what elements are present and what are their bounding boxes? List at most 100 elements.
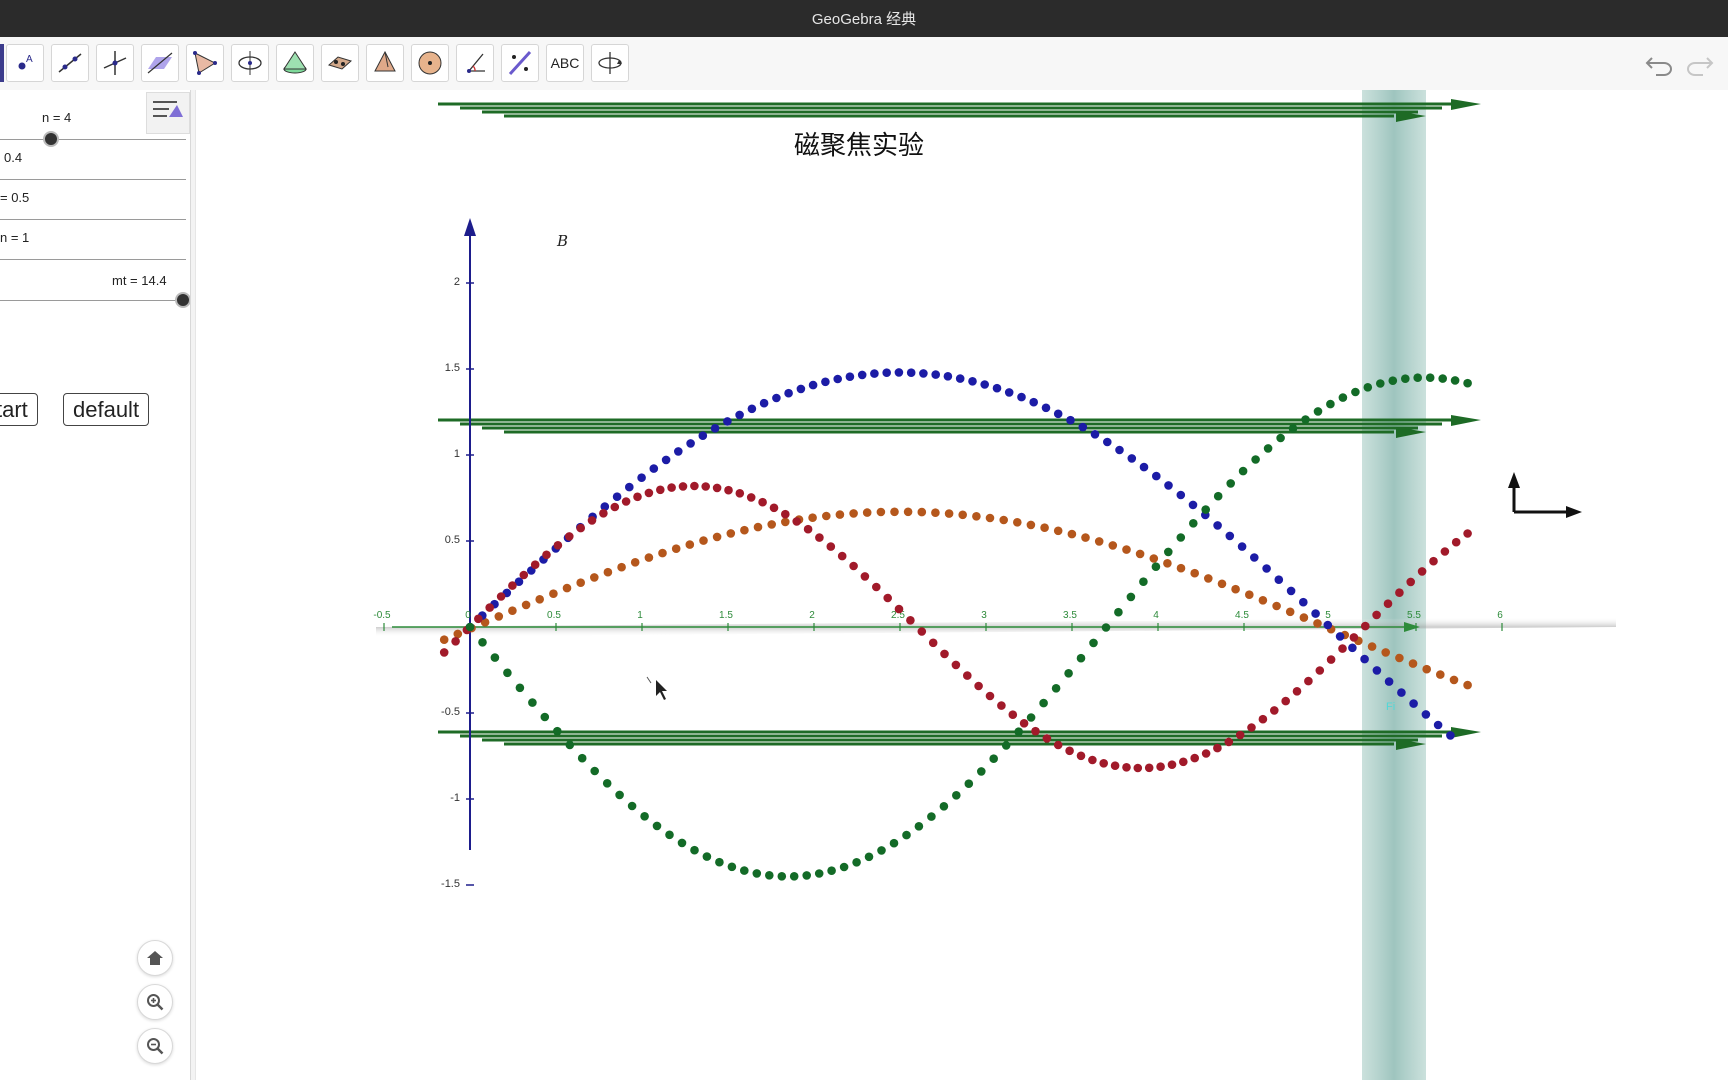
trajectory-green-dot	[1051, 684, 1061, 693]
intersect-surfaces-tool[interactable]	[321, 44, 359, 82]
trajectory-red-dot	[928, 638, 938, 648]
default-button[interactable]: default	[63, 393, 150, 426]
trajectory-red-dot	[1076, 751, 1086, 761]
slider-2-track[interactable]	[0, 179, 186, 180]
trajectory-blue-dot	[1311, 609, 1320, 618]
slider-n-knob[interactable]	[42, 131, 59, 147]
trajectory-orange-dot	[1081, 533, 1090, 542]
trajectory-red-dot	[951, 660, 961, 670]
pyramid-tool[interactable]	[366, 44, 404, 82]
default-button-label: default	[73, 396, 140, 422]
trajectory-green-dot	[1263, 444, 1273, 453]
rotate-view-tool[interactable]	[591, 44, 629, 82]
slider-n-track[interactable]	[0, 139, 186, 140]
trajectory-blue-dot	[759, 398, 769, 408]
trajectory-blue-dot	[723, 417, 732, 426]
undo-icon	[1645, 57, 1672, 76]
trajectory-blue-dot	[1360, 654, 1369, 664]
polygon-tool[interactable]	[186, 44, 224, 82]
slider-4-track[interactable]	[0, 259, 186, 260]
trajectory-orange-dot	[712, 532, 722, 542]
text-tool[interactable]: ABC	[546, 44, 584, 82]
plane-tool[interactable]	[141, 44, 179, 82]
trajectory-orange-dot	[903, 507, 913, 517]
trajectory-green-dot	[964, 779, 974, 788]
circle-axis-tool[interactable]	[231, 44, 269, 82]
tool-move-partial[interactable]	[0, 44, 4, 82]
trajectory-red-dot	[963, 671, 972, 680]
trajectory-green-dot	[565, 740, 575, 750]
trajectory-red-dot	[746, 493, 756, 502]
graphics-style-toggle[interactable]	[146, 92, 190, 134]
trajectory-blue-dot	[796, 384, 806, 394]
undo-button[interactable]	[1644, 50, 1676, 78]
window-title-bar: GeoGebra 经典	[0, 0, 1728, 37]
trajectory-blue-dot	[747, 404, 757, 414]
trajectory-red-dot	[1156, 762, 1165, 771]
sphere-tool[interactable]	[411, 44, 449, 82]
trajectory-green-dot	[1401, 374, 1410, 384]
trajectory-orange-dot	[1436, 670, 1445, 679]
trajectory-orange-dot	[630, 558, 640, 567]
trajectory-red-dot	[1019, 719, 1029, 728]
trajectory-red-dot	[667, 483, 676, 492]
trajectory-blue-dot	[674, 447, 683, 456]
slider-2-label: 0.4	[4, 150, 23, 165]
reflect-tool[interactable]	[501, 44, 539, 82]
trajectory-green-dot	[1313, 407, 1323, 416]
point-tool-icon: A	[18, 54, 33, 70]
trajectory-blue-dot	[661, 455, 671, 465]
trajectory-orange-dot	[1245, 590, 1254, 599]
point-tool[interactable]: A	[6, 44, 44, 82]
trajectory-green-dot	[503, 668, 512, 678]
slider-mt-knob[interactable]	[174, 292, 191, 308]
trajectory-red-dot	[781, 509, 790, 519]
trajectory-blue-dot	[1409, 699, 1418, 708]
toolbar: A ABC	[0, 37, 1728, 91]
trajectory-green-dot	[1089, 638, 1098, 648]
trajectory-red-dot	[1213, 743, 1222, 753]
trajectory-red-dot	[1167, 760, 1177, 769]
perpendicular-tool[interactable]	[96, 44, 134, 82]
redo-button[interactable]	[1683, 50, 1715, 78]
trajectory-green-dot	[1338, 393, 1348, 402]
zoom-out-button[interactable]	[137, 1028, 173, 1064]
line-tool[interactable]	[51, 44, 89, 82]
scene-svg: 21.510.5-0.5-1-1.5-0.5 0 0.5 1 1.5 2 2.5 3 3.5 4 4…	[373, 90, 1616, 1080]
trajectory-red-dot	[837, 551, 847, 561]
trajectory-red-dot	[576, 523, 585, 533]
trajectory-orange-dot	[453, 629, 463, 639]
trajectory-orange-dot	[972, 512, 981, 521]
sphere-cone-tool-icon	[283, 51, 307, 74]
rotate-view-tool-icon	[598, 52, 622, 74]
angle-tool[interactable]	[456, 44, 494, 82]
trajectory-green-dot	[802, 871, 811, 880]
home-button[interactable]	[137, 940, 173, 976]
trajectory-blue-dot	[857, 370, 867, 380]
zoom-in-button[interactable]	[137, 984, 173, 1020]
trajectory-blue-dot	[1176, 490, 1186, 500]
trajectory-red-dot	[1065, 746, 1074, 756]
y-tick-label: -0.5	[441, 706, 460, 718]
trajectory-blue-dot	[1103, 437, 1112, 447]
trajectory-orange-dot	[849, 509, 858, 518]
trajectory-orange-dot	[535, 595, 544, 604]
trajectory-orange-dot	[781, 517, 790, 527]
trajectory-red-dot	[542, 550, 551, 560]
window-title: GeoGebra 经典	[811, 11, 917, 28]
start-button[interactable]: tart	[0, 393, 38, 426]
y-tick-label: -1.5	[441, 878, 460, 890]
trajectory-orange-dot	[658, 548, 667, 558]
trajectory-blue-dot	[1286, 586, 1296, 596]
trajectory-orange-dot	[876, 507, 886, 517]
velocity-vector	[1508, 472, 1582, 518]
trajectory-red-dot	[1451, 537, 1461, 547]
trajectory-orange-dot	[767, 520, 776, 529]
graphics-3d-view[interactable]: 2 1.5 1 0.5 -0.5 -1 -1.5 -0.5 0 0.5 1 1.5 2 2.5 3 3.5 4 4…	[196, 90, 1728, 1080]
trajectory-red-dot	[712, 483, 722, 493]
trajectory-green-dot	[540, 712, 550, 722]
slider-3-track[interactable]	[0, 219, 186, 220]
sphere-cone-tool[interactable]	[276, 44, 314, 82]
trajectory-green-dot	[1351, 387, 1360, 397]
slider-mt-track[interactable]	[0, 300, 186, 301]
